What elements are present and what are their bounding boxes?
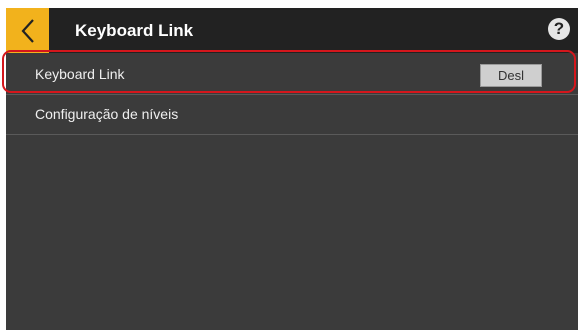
help-button[interactable]: ? xyxy=(548,18,570,40)
keyboard-link-toggle[interactable]: Desl xyxy=(480,64,542,87)
setting-row-keyboard-link[interactable]: Keyboard Link Desl xyxy=(6,54,578,95)
settings-screen: Keyboard Link ? Keyboard Link Desl Confi… xyxy=(6,8,578,330)
setting-label: Configuração de níveis xyxy=(35,106,179,122)
back-button[interactable] xyxy=(6,8,49,53)
help-icon: ? xyxy=(553,19,565,38)
chevron-left-icon xyxy=(21,18,34,43)
header-bar: Keyboard Link ? xyxy=(6,8,578,53)
page-title: Keyboard Link xyxy=(75,21,194,40)
setting-label: Keyboard Link xyxy=(35,66,125,82)
setting-row-level-config[interactable]: Configuração de níveis xyxy=(6,94,578,135)
